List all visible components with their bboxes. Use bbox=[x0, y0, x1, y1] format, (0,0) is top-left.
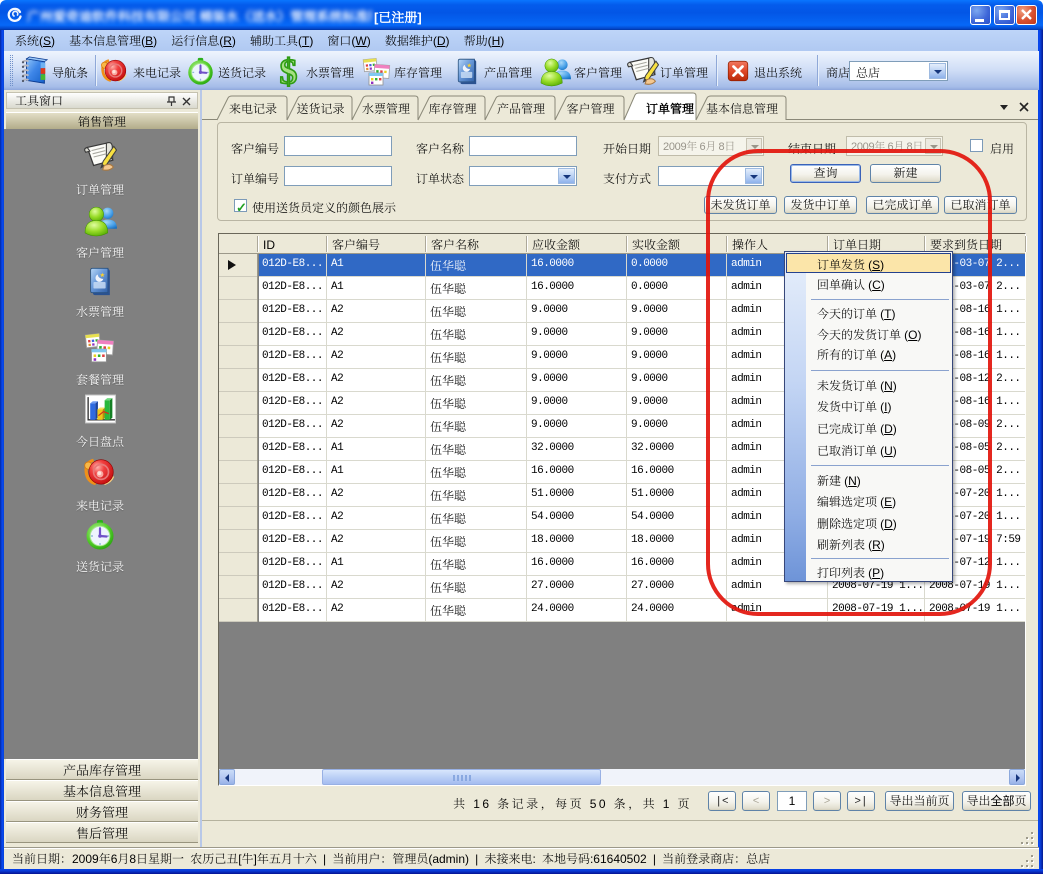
svg-text:基本信息管理: 基本信息管理 bbox=[706, 100, 778, 117]
svg-text:送货记录: 送货记录 bbox=[296, 100, 344, 117]
svg-text:库存管理: 库存管理 bbox=[428, 100, 476, 117]
svg-text:订单管理: 订单管理 bbox=[646, 100, 695, 117]
svg-text:水票管理: 水票管理 bbox=[362, 100, 410, 117]
svg-text:客户管理: 客户管理 bbox=[566, 100, 614, 117]
svg-text:产品管理: 产品管理 bbox=[497, 100, 545, 117]
svg-text:来电记录: 来电记录 bbox=[229, 100, 277, 117]
